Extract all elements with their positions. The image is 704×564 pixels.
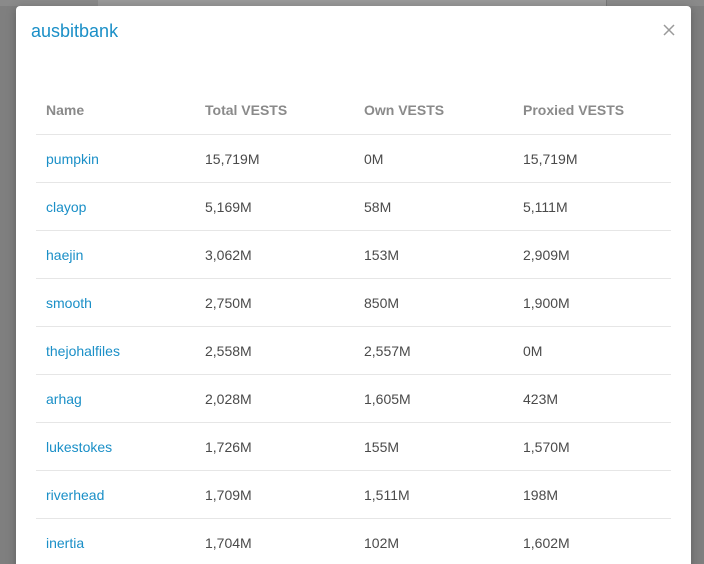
proxied-vests-cell: 1,602M — [513, 518, 671, 564]
column-header-proxied-vests: Proxied VESTS — [513, 86, 671, 135]
account-link[interactable]: arhag — [46, 391, 82, 407]
table-row: haejin 3,062M 153M 2,909M — [36, 230, 671, 279]
proxied-vests-cell: 423M — [513, 374, 671, 423]
proxied-vests-cell: 2,909M — [513, 230, 671, 279]
table-row: clayop 5,169M 58M 5,111M — [36, 182, 671, 231]
total-vests-cell: 2,558M — [195, 326, 354, 375]
close-icon — [663, 24, 675, 36]
own-vests-cell: 2,557M — [354, 326, 513, 375]
close-button[interactable] — [661, 22, 677, 38]
proxied-vests-cell: 5,111M — [513, 182, 671, 231]
table-row: pumpkin 15,719M 0M 15,719M — [36, 134, 671, 183]
account-link[interactable]: smooth — [46, 295, 92, 311]
total-vests-cell: 15,719M — [195, 134, 354, 183]
own-vests-cell: 850M — [354, 278, 513, 327]
table-row: inertia 1,704M 102M 1,602M — [36, 518, 671, 564]
table-row: riverhead 1,709M 1,511M 198M — [36, 470, 671, 519]
account-link[interactable]: thejohalfiles — [46, 343, 120, 359]
account-link[interactable]: riverhead — [46, 487, 104, 503]
total-vests-cell: 1,709M — [195, 470, 354, 519]
own-vests-cell: 0M — [354, 134, 513, 183]
total-vests-cell: 2,028M — [195, 374, 354, 423]
table-header-row: Name Total VESTS Own VESTS Proxied VESTS — [36, 86, 671, 135]
account-link[interactable]: lukestokes — [46, 439, 112, 455]
total-vests-cell: 3,062M — [195, 230, 354, 279]
proxy-modal: ausbitbank Name Total VESTS Own VESTS Pr… — [16, 6, 691, 564]
own-vests-cell: 1,511M — [354, 470, 513, 519]
column-header-name: Name — [36, 86, 195, 135]
account-link[interactable]: pumpkin — [46, 151, 99, 167]
own-vests-cell: 155M — [354, 422, 513, 471]
proxied-vests-cell: 198M — [513, 470, 671, 519]
proxied-vests-cell: 0M — [513, 326, 671, 375]
proxied-vests-cell: 1,900M — [513, 278, 671, 327]
table-row: lukestokes 1,726M 155M 1,570M — [36, 422, 671, 471]
vests-table: Name Total VESTS Own VESTS Proxied VESTS… — [36, 86, 671, 564]
table-row: smooth 2,750M 850M 1,900M — [36, 278, 671, 327]
total-vests-cell: 1,704M — [195, 518, 354, 564]
proxied-vests-cell: 1,570M — [513, 422, 671, 471]
own-vests-cell: 153M — [354, 230, 513, 279]
own-vests-cell: 1,605M — [354, 374, 513, 423]
total-vests-cell: 5,169M — [195, 182, 354, 231]
column-header-total-vests: Total VESTS — [195, 86, 354, 135]
total-vests-cell: 2,750M — [195, 278, 354, 327]
account-link[interactable]: inertia — [46, 535, 84, 551]
total-vests-cell: 1,726M — [195, 422, 354, 471]
column-header-own-vests: Own VESTS — [354, 86, 513, 135]
account-link[interactable]: clayop — [46, 199, 86, 215]
account-link[interactable]: haejin — [46, 247, 83, 263]
table-row: arhag 2,028M 1,605M 423M — [36, 374, 671, 423]
proxied-vests-cell: 15,719M — [513, 134, 671, 183]
own-vests-cell: 102M — [354, 518, 513, 564]
modal-title: ausbitbank — [31, 21, 119, 41]
table-row: thejohalfiles 2,558M 2,557M 0M — [36, 326, 671, 375]
own-vests-cell: 58M — [354, 182, 513, 231]
